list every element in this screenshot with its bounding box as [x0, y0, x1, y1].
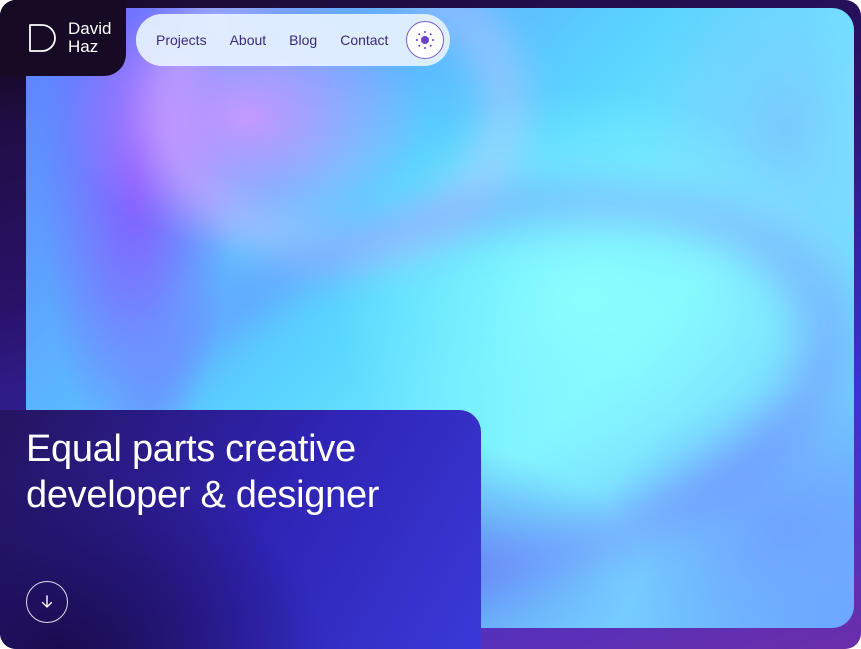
hero-headline: Equal parts creative developer & designe… — [26, 426, 466, 518]
headline-line-1: Equal parts creative — [26, 428, 356, 470]
nav-item-projects[interactable]: Projects — [156, 32, 207, 48]
arrow-down-icon — [41, 595, 53, 608]
logo-name-last: Haz — [68, 37, 99, 56]
sun-icon — [416, 31, 434, 49]
logo-d-icon — [29, 24, 56, 52]
nav-item-contact[interactable]: Contact — [340, 32, 388, 48]
nav-item-about[interactable]: About — [230, 32, 267, 48]
page: Equal parts creative developer & designe… — [0, 0, 861, 649]
nav-item-blog[interactable]: Blog — [289, 32, 317, 48]
logo-text: David Haz — [68, 20, 124, 56]
headline-line-2: developer & designer — [26, 474, 380, 516]
scroll-down-button[interactable] — [26, 581, 68, 623]
logo-name-first: David — [68, 19, 112, 38]
home-logo-link[interactable]: David Haz — [26, 20, 124, 56]
main-nav: Projects About Blog Contact — [136, 14, 450, 66]
theme-toggle-button[interactable] — [406, 21, 444, 59]
